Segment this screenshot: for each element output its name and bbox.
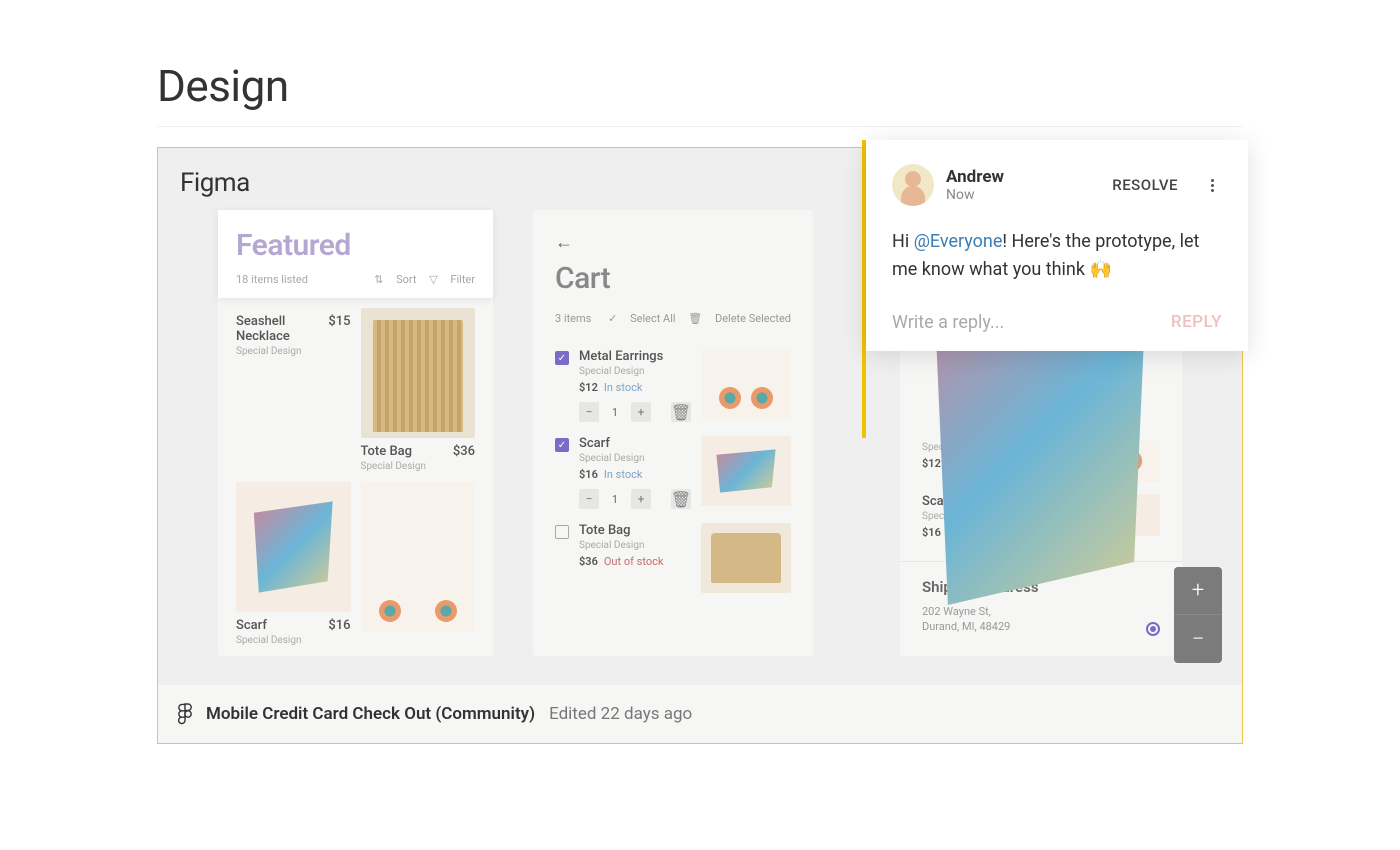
cart-item: Tote Bag Special Design $36 Out of stock [533, 509, 813, 593]
cart-item-price: $36 [579, 555, 598, 568]
cart-item-tag: Special Design [579, 540, 691, 551]
cart-item-name: Scarf [579, 436, 691, 451]
file-name: Mobile Credit Card Check Out (Community) [206, 704, 535, 724]
cart-item-tag: Special Design [579, 453, 691, 464]
product-tag: Special Design [236, 635, 351, 646]
product-price: $36 [453, 444, 475, 459]
reply-button[interactable]: REPLY [1171, 312, 1222, 332]
cart-item-name: Tote Bag [579, 523, 691, 538]
qty-value: 1 [605, 493, 625, 506]
featured-count: 18 items listed [236, 273, 308, 286]
ship-price: $16 [922, 526, 941, 539]
comment-body: Hi @Everyone! Here's the prototype, let … [892, 228, 1222, 284]
trash-icon: 🗑 [671, 489, 691, 509]
cart-item-name: Metal Earrings [579, 349, 691, 364]
zoom-in-button[interactable]: + [1174, 567, 1222, 615]
product-image [361, 482, 476, 632]
filter-button: ▽ Filter [429, 273, 475, 286]
product-name: Tote Bag [361, 444, 413, 459]
product-tag: Special Design [236, 346, 351, 357]
product-image [361, 308, 476, 438]
figma-logo-icon [178, 703, 192, 725]
zoom-out-button[interactable]: − [1174, 615, 1222, 663]
mention[interactable]: @Everyone [914, 231, 1003, 252]
cart-item-price: $16 [579, 468, 598, 481]
product-image [236, 482, 351, 612]
product-price: $16 [328, 618, 350, 633]
comment-time: Now [946, 187, 1100, 203]
stock-label: Out of stock [604, 555, 664, 568]
comment-author: Andrew [946, 167, 1100, 187]
reply-input[interactable]: Write a reply... [892, 312, 1004, 333]
back-arrow-icon: ← [555, 232, 791, 253]
cart-thumb [701, 436, 791, 506]
resolve-button[interactable]: RESOLVE [1112, 176, 1178, 194]
qty-plus: + [631, 402, 651, 422]
sort-button: ⇅ Sort [374, 273, 416, 286]
select-all: ✓ Select All [608, 312, 675, 325]
comment-popup: Andrew Now RESOLVE Hi @Everyone! Here's … [866, 140, 1248, 351]
qty-value: 1 [605, 406, 625, 419]
product-name: Scarf [236, 618, 267, 633]
more-options-icon[interactable] [1202, 179, 1222, 192]
product-tag: Special Design [361, 461, 476, 472]
cart-item: ✓ Metal Earrings Special Design $12 In st… [533, 335, 813, 422]
product-price: $15 [328, 314, 350, 344]
avatar [892, 164, 934, 206]
cart-item-price: $12 [579, 381, 598, 394]
page-title: Design [157, 60, 1243, 127]
cart-thumb [701, 349, 791, 419]
shipping-address-line: Durand, MI, 48429 [922, 619, 1160, 634]
cart-count: 3 items [555, 312, 591, 325]
ship-price: $12 [922, 457, 941, 470]
qty-minus: − [579, 489, 599, 509]
cart-thumb [701, 523, 791, 593]
edited-time: Edited 22 days ago [549, 704, 692, 724]
qty-minus: − [579, 402, 599, 422]
zoom-control: + − [1174, 567, 1222, 663]
checkbox-icon: ✓ [555, 351, 569, 365]
featured-title: Featured [236, 228, 475, 263]
checkbox-icon [555, 525, 569, 539]
mock-cart-screen: ← Cart 3 items ✓ Select All 🗑 Delete Sel… [533, 210, 813, 656]
mock-featured-screen: Featured 18 items listed ⇅ Sort ▽ Filter… [218, 210, 493, 656]
qty-plus: + [631, 489, 651, 509]
trash-icon: 🗑 [671, 402, 691, 422]
embed-footer: Mobile Credit Card Check Out (Community)… [158, 685, 1242, 743]
cart-item-tag: Special Design [579, 366, 691, 377]
product-name: Seashell Necklace [236, 314, 328, 344]
shipping-address-line: 202 Wayne St, [922, 604, 1160, 619]
ship-thumb [1102, 494, 1160, 536]
cart-title: Cart [555, 261, 791, 296]
radio-selected-icon [1146, 622, 1160, 636]
stock-label: In stock [604, 381, 643, 394]
cart-item: ✓ Scarf Special Design $16 In stock −1 + 🗑 [533, 422, 813, 509]
stock-label: In stock [604, 468, 643, 481]
checkbox-icon: ✓ [555, 438, 569, 452]
delete-selected: 🗑 Delete Selected [688, 312, 791, 325]
